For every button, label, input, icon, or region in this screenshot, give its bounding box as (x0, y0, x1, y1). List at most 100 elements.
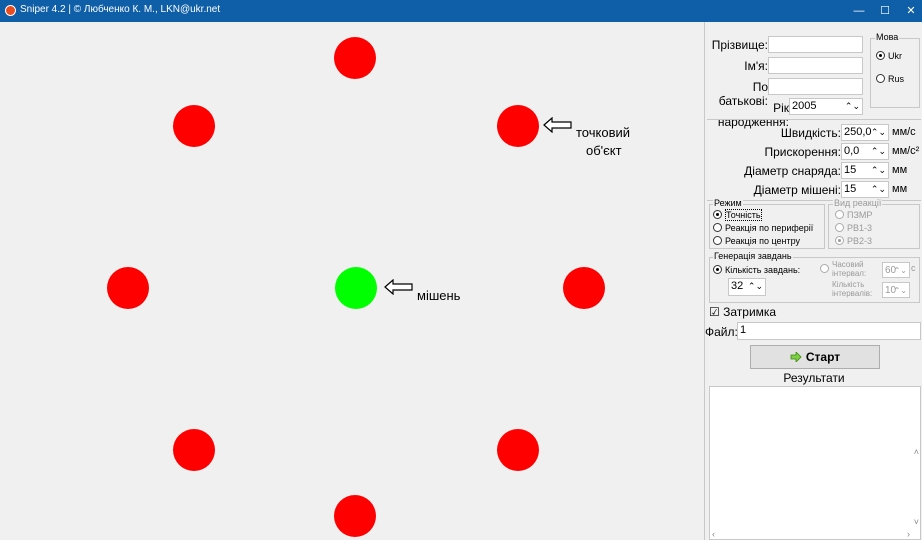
birth-year-value: 2005 (792, 100, 817, 112)
speed-label: Швидкість: (780, 126, 841, 140)
target-diameter-value: 15 (844, 183, 857, 195)
patronymic-input[interactable] (768, 78, 863, 95)
point-object (563, 267, 605, 309)
lang-ukr-label: Ukr (888, 51, 902, 61)
time-interval-spinner[interactable]: 60 ⌃⌄ (882, 262, 910, 278)
file-input[interactable]: 1 (737, 322, 921, 340)
name-input[interactable] (768, 57, 863, 74)
radio-selected-icon (713, 210, 722, 219)
point-object (497, 105, 539, 147)
time-interval-label-line1: Часовий (832, 260, 864, 269)
target-label: мішень (417, 288, 461, 303)
point-object (334, 37, 376, 79)
radio-empty-icon (835, 210, 844, 219)
accel-spinner[interactable]: 0,0 ⌃⌄ (841, 143, 889, 160)
reaction-rv23-label: РВ2-3 (847, 236, 873, 246)
intervals-count-label-line1: Кількість (832, 280, 865, 289)
spinner-arrows-icon[interactable]: ⌃⌄ (871, 163, 886, 178)
target-diameter-spinner[interactable]: 15 ⌃⌄ (841, 181, 889, 198)
task-generation-group-label: Генерація завдань (713, 251, 793, 261)
projectile-diameter-label: Діаметр снаряда: (744, 164, 841, 178)
scroll-right-icon[interactable]: › (907, 529, 910, 539)
radio-selected-icon (835, 236, 844, 245)
point-object (173, 105, 215, 147)
spinner-arrows-icon[interactable]: ⌃⌄ (894, 283, 907, 298)
target-object (335, 267, 377, 309)
accel-value: 0,0 (844, 145, 860, 157)
task-count-spinner[interactable]: 32 ⌃⌄ (728, 278, 766, 296)
name-label: Ім'я: (744, 59, 768, 73)
start-button-label: Старт (805, 350, 841, 364)
lang-rus-label: Rus (888, 74, 905, 84)
intervals-count-spinner[interactable]: 10 ⌃⌄ (882, 282, 910, 298)
radio-empty-icon (835, 223, 844, 232)
file-label: Файл: (705, 325, 738, 339)
reaction-rv23-radio[interactable]: РВ2-3 (835, 236, 872, 247)
left-arrow-icon (543, 117, 572, 133)
window-title: Sniper 4.2 | © Любченко К. М., LKN@ukr.n… (20, 4, 221, 15)
task-count-radio[interactable]: Кількість завдань: (713, 265, 800, 276)
delay-checkbox[interactable]: ☑ Затримка (709, 305, 776, 319)
play-arrow-icon (790, 351, 802, 363)
spinner-arrows-icon[interactable]: ⌃⌄ (871, 125, 886, 140)
stimulus-canvas[interactable]: точковий об'єкт мішень (0, 22, 704, 540)
spinner-arrows-icon[interactable]: ⌃⌄ (748, 279, 763, 294)
time-interval-label: Часовий інтервал: (832, 260, 866, 278)
reaction-pzmr-label: ПЗМР (847, 210, 873, 220)
scroll-up-icon[interactable]: ˄ (914, 447, 919, 457)
projectile-diameter-spinner[interactable]: 15 ⌃⌄ (841, 162, 889, 179)
title-bar: Sniper 4.2 | © Любченко К. М., LKN@ukr.n… (0, 0, 922, 22)
language-group-label: Мова (875, 32, 900, 42)
point-object-label-line1: точковий (576, 125, 631, 140)
time-interval-unit: с (911, 263, 916, 273)
mode-periphery-radio[interactable]: Реакція по периферії (713, 223, 813, 234)
spinner-arrows-icon[interactable]: ⌃⌄ (871, 144, 886, 159)
results-box[interactable]: ˄ ˅ ‹ › (709, 386, 921, 540)
mode-group-label: Режим (713, 198, 743, 208)
scroll-left-icon[interactable]: ‹ (712, 529, 715, 539)
close-button[interactable]: ✕ (900, 0, 922, 22)
target-diameter-label: Діаметр мішені: (753, 183, 841, 197)
app-icon (5, 5, 16, 16)
accel-unit: мм/с² (892, 145, 920, 157)
mode-center-radio[interactable]: Реакція по центру (713, 236, 800, 247)
target-diameter-unit: мм (892, 183, 908, 195)
radio-empty-icon (876, 74, 885, 83)
lang-ukr-radio[interactable]: Ukr (876, 51, 902, 62)
mode-accuracy-label: Точність (725, 209, 762, 221)
point-object (173, 429, 215, 471)
time-interval-radio[interactable] (820, 264, 832, 275)
reaction-pzmr-radio[interactable]: ПЗМР (835, 210, 872, 221)
projectile-diameter-unit: мм (892, 164, 908, 176)
delay-label: Затримка (723, 305, 777, 319)
reaction-rv13-label: РВ1-3 (847, 223, 873, 233)
task-generation-group: Генерація завдань Кількість завдань: 32 … (709, 251, 920, 303)
language-group: Мова Ukr Rus (870, 32, 920, 108)
speed-unit: мм/с (892, 126, 916, 138)
surname-input[interactable] (768, 36, 863, 53)
time-interval-label-line2: інтервал: (832, 269, 867, 278)
reaction-type-group-label: Вид реакції (833, 198, 883, 208)
mode-accuracy-radio[interactable]: Точність (713, 209, 762, 221)
minimize-button[interactable]: — (848, 0, 870, 22)
reaction-rv13-radio[interactable]: РВ1-3 (835, 223, 872, 234)
radio-empty-icon (713, 236, 722, 245)
birth-year-spinner[interactable]: 2005 ⌃⌄ (789, 98, 863, 115)
intervals-count-label: Кількість інтервалів: (832, 280, 872, 298)
mode-center-label: Реакція по центру (725, 236, 801, 246)
task-count-label: Кількість завдань: (725, 265, 801, 275)
radio-empty-icon (820, 264, 829, 273)
reaction-type-group: Вид реакції ПЗМР РВ1-3 РВ2-3 (828, 198, 920, 249)
lang-rus-radio[interactable]: Rus (876, 74, 904, 85)
radio-selected-icon (713, 265, 722, 274)
scroll-down-icon[interactable]: ˅ (914, 517, 919, 527)
start-button[interactable]: Старт (750, 345, 880, 369)
accel-label: Прискорення: (764, 145, 842, 159)
speed-spinner[interactable]: 250,0 ⌃⌄ (841, 124, 889, 141)
spinner-arrows-icon[interactable]: ⌃⌄ (871, 182, 886, 197)
maximize-button[interactable]: ☐ (874, 0, 896, 22)
speed-value: 250,0 (844, 126, 872, 138)
point-object (334, 495, 376, 537)
spinner-arrows-icon[interactable]: ⌃⌄ (845, 99, 860, 114)
spinner-arrows-icon[interactable]: ⌃⌄ (894, 263, 907, 278)
